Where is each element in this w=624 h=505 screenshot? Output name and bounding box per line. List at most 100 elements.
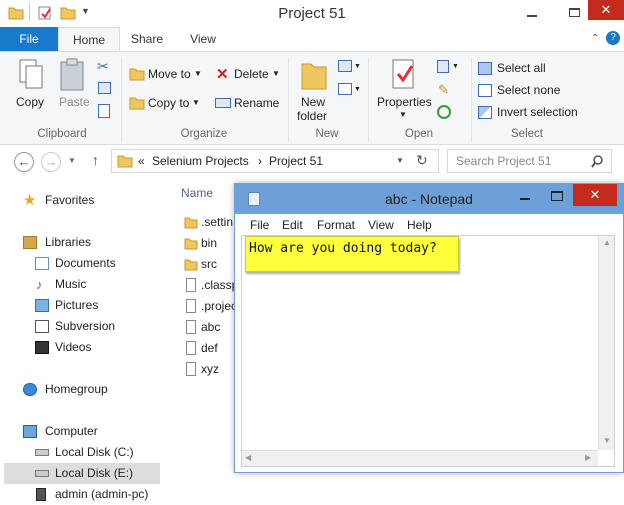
file-name: .settin	[201, 215, 234, 229]
music-icon: ♪	[36, 277, 43, 292]
new-folder-button[interactable]: New folder	[295, 58, 331, 124]
back-icon[interactable]: ←	[14, 152, 34, 172]
tab-view[interactable]: View	[178, 27, 228, 51]
delete-button[interactable]: ✕ Delete ▼	[215, 66, 283, 84]
history-icon[interactable]	[437, 105, 451, 119]
cut-icon[interactable]: ✂	[97, 58, 109, 75]
minimize-button[interactable]	[517, 4, 547, 22]
paste-button[interactable]: Paste	[56, 58, 92, 118]
breadcrumb-selenium-projects[interactable]: Selenium Projects	[152, 154, 249, 168]
notepad-close-button[interactable]: ✕	[573, 184, 617, 206]
organize-group-label: Organize	[180, 128, 228, 140]
address-dropdown-icon[interactable]: ▼	[396, 156, 404, 165]
maximize-icon	[569, 8, 580, 17]
nav-documents[interactable]: Documents	[0, 253, 170, 274]
notepad-title-bar: abc - Notepad ✕	[235, 184, 623, 214]
help-icon[interactable]: ?	[606, 31, 620, 45]
nav-local-disk-c[interactable]: Local Disk (C:)	[0, 442, 170, 463]
nav-label: Subversion	[55, 319, 116, 333]
nav-music[interactable]: ♪ Music	[0, 274, 170, 295]
paste-shortcut-icon[interactable]	[98, 104, 110, 118]
tab-home[interactable]: Home	[58, 27, 120, 51]
column-header-name[interactable]: Name	[181, 186, 213, 200]
collapse-ribbon-icon[interactable]: ⌃	[591, 33, 599, 44]
notepad-window: abc - Notepad ✕ File Edit Format View He…	[234, 183, 624, 473]
copy-path-icon[interactable]	[98, 82, 111, 94]
open-dropdown-icon[interactable]: ▼	[452, 63, 459, 70]
new-item-icon[interactable]	[338, 60, 352, 72]
scroll-down-icon[interactable]: ▼	[603, 436, 611, 445]
list-item[interactable]: .settin	[180, 212, 240, 233]
menu-edit[interactable]: Edit	[282, 218, 303, 232]
tab-file[interactable]: File	[0, 27, 58, 51]
nav-label: Libraries	[45, 235, 92, 249]
list-item[interactable]: .classp	[180, 275, 240, 296]
easy-access-dropdown-icon[interactable]: ▼	[354, 86, 361, 93]
menu-format[interactable]: Format	[317, 218, 355, 232]
open-icon[interactable]	[437, 60, 449, 73]
refresh-icon[interactable]: ↻	[416, 152, 428, 169]
recent-locations-icon[interactable]: ▼	[68, 156, 76, 165]
new-item-dropdown-icon[interactable]: ▼	[354, 63, 361, 70]
easy-access-icon[interactable]	[338, 83, 352, 95]
horizontal-scrollbar[interactable]: ◀ ▶	[242, 450, 598, 466]
tab-share[interactable]: Share	[122, 27, 172, 51]
file-name: xyz	[201, 362, 219, 376]
nav-admin-pc[interactable]: admin (admin-pc)	[0, 484, 170, 505]
nav-computer[interactable]: Computer	[0, 421, 170, 442]
menu-file[interactable]: File	[250, 218, 269, 232]
notepad-minimize-button[interactable]	[520, 198, 530, 200]
list-item[interactable]: def	[180, 338, 240, 359]
nav-libraries[interactable]: Libraries	[0, 232, 170, 253]
list-item[interactable]: src	[180, 254, 240, 275]
up-icon[interactable]: ↑	[92, 152, 99, 168]
breadcrumb-separator[interactable]: ›	[258, 154, 262, 168]
delete-dropdown-icon: ▼	[272, 69, 280, 78]
drive-icon	[35, 449, 49, 456]
nav-label: Local Disk (E:)	[55, 466, 134, 480]
select-none-button[interactable]: Select none	[478, 82, 570, 100]
nav-homegroup[interactable]: Homegroup	[0, 379, 170, 400]
search-input[interactable]: Search Project 51	[456, 154, 551, 168]
properties-label: Properties	[377, 95, 432, 109]
search-box[interactable]: Search Project 51	[447, 149, 612, 173]
menu-view[interactable]: View	[368, 218, 394, 232]
list-item[interactable]: xyz	[180, 359, 240, 380]
select-all-button[interactable]: Select all	[478, 60, 570, 78]
notepad-maximize-button[interactable]	[551, 191, 563, 201]
notepad-text-area[interactable]: How are you doing today? ▲ ▼ ◀ ▶	[241, 235, 615, 467]
drive-icon	[35, 470, 49, 477]
invert-selection-button[interactable]: Invert selection	[478, 104, 588, 122]
move-to-button[interactable]: Move to ▼	[129, 66, 205, 84]
select-none-icon	[478, 84, 492, 97]
nav-subversion[interactable]: Subversion	[0, 316, 170, 337]
nav-videos[interactable]: Videos	[0, 337, 170, 358]
edit-icon[interactable]: ✎	[438, 82, 449, 98]
address-bar[interactable]: « Selenium Projects › Project 51 ▼ ↻	[111, 149, 439, 173]
favorites-star-icon: ★	[23, 192, 37, 209]
search-icon[interactable]	[591, 155, 604, 168]
properties-button[interactable]: Properties ▼	[374, 58, 434, 119]
breadcrumb-project-51[interactable]: Project 51	[269, 154, 323, 168]
forward-icon[interactable]: →	[41, 152, 61, 172]
menu-help[interactable]: Help	[407, 218, 432, 232]
list-item[interactable]: abc	[180, 317, 240, 338]
scroll-left-icon[interactable]: ◀	[245, 453, 251, 462]
list-item[interactable]: bin	[180, 233, 240, 254]
scroll-right-icon[interactable]: ▶	[585, 453, 591, 462]
rename-button[interactable]: Rename	[215, 95, 283, 113]
list-item[interactable]: .projec	[180, 296, 240, 317]
nav-pictures[interactable]: Pictures	[0, 295, 170, 316]
nav-local-disk-e[interactable]: Local Disk (E:)	[4, 463, 160, 484]
divider	[288, 58, 289, 142]
close-button[interactable]: ✕	[588, 0, 624, 20]
file-name: .classp	[201, 278, 239, 292]
copy-button[interactable]: Copy	[14, 58, 48, 118]
maximize-button[interactable]	[560, 4, 590, 22]
vertical-scrollbar[interactable]: ▲ ▼	[598, 236, 614, 450]
computer-icon	[23, 425, 37, 438]
breadcrumb-overflow[interactable]: «	[138, 154, 145, 168]
scroll-up-icon[interactable]: ▲	[603, 238, 611, 247]
copy-to-button[interactable]: Copy to ▼	[129, 95, 205, 113]
nav-favorites[interactable]: ★ Favorites	[0, 190, 170, 211]
